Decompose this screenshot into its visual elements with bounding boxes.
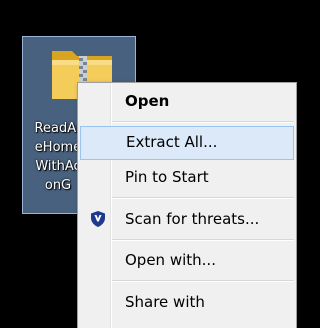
menu-separator [112, 121, 294, 123]
shield-icon [91, 211, 105, 227]
menu-item-share-with[interactable]: Share with [80, 286, 294, 320]
menu-item-label: Extract All... [126, 133, 218, 151]
menu-item-label: Open with... [125, 251, 216, 269]
menu-item-pin-to-start[interactable]: Pin to Start [80, 161, 294, 195]
menu-item-open[interactable]: Open [80, 85, 294, 119]
menu-item-extract-all[interactable]: Extract All... [80, 126, 294, 160]
menu-separator [112, 239, 294, 241]
menu-item-label: Scan for threats... [125, 210, 260, 228]
context-menu: Open Extract All... Pin to Start Scan fo… [77, 82, 297, 328]
menu-separator [112, 197, 294, 199]
menu-item-open-with[interactable]: Open with... [80, 244, 294, 278]
menu-item-scan-for-threats[interactable]: Scan for threats... [80, 203, 294, 237]
menu-item-label: Open [125, 92, 170, 110]
menu-item-label: Pin to Start [125, 168, 209, 186]
menu-separator [112, 280, 294, 282]
menu-item-label: Share with [125, 293, 205, 311]
